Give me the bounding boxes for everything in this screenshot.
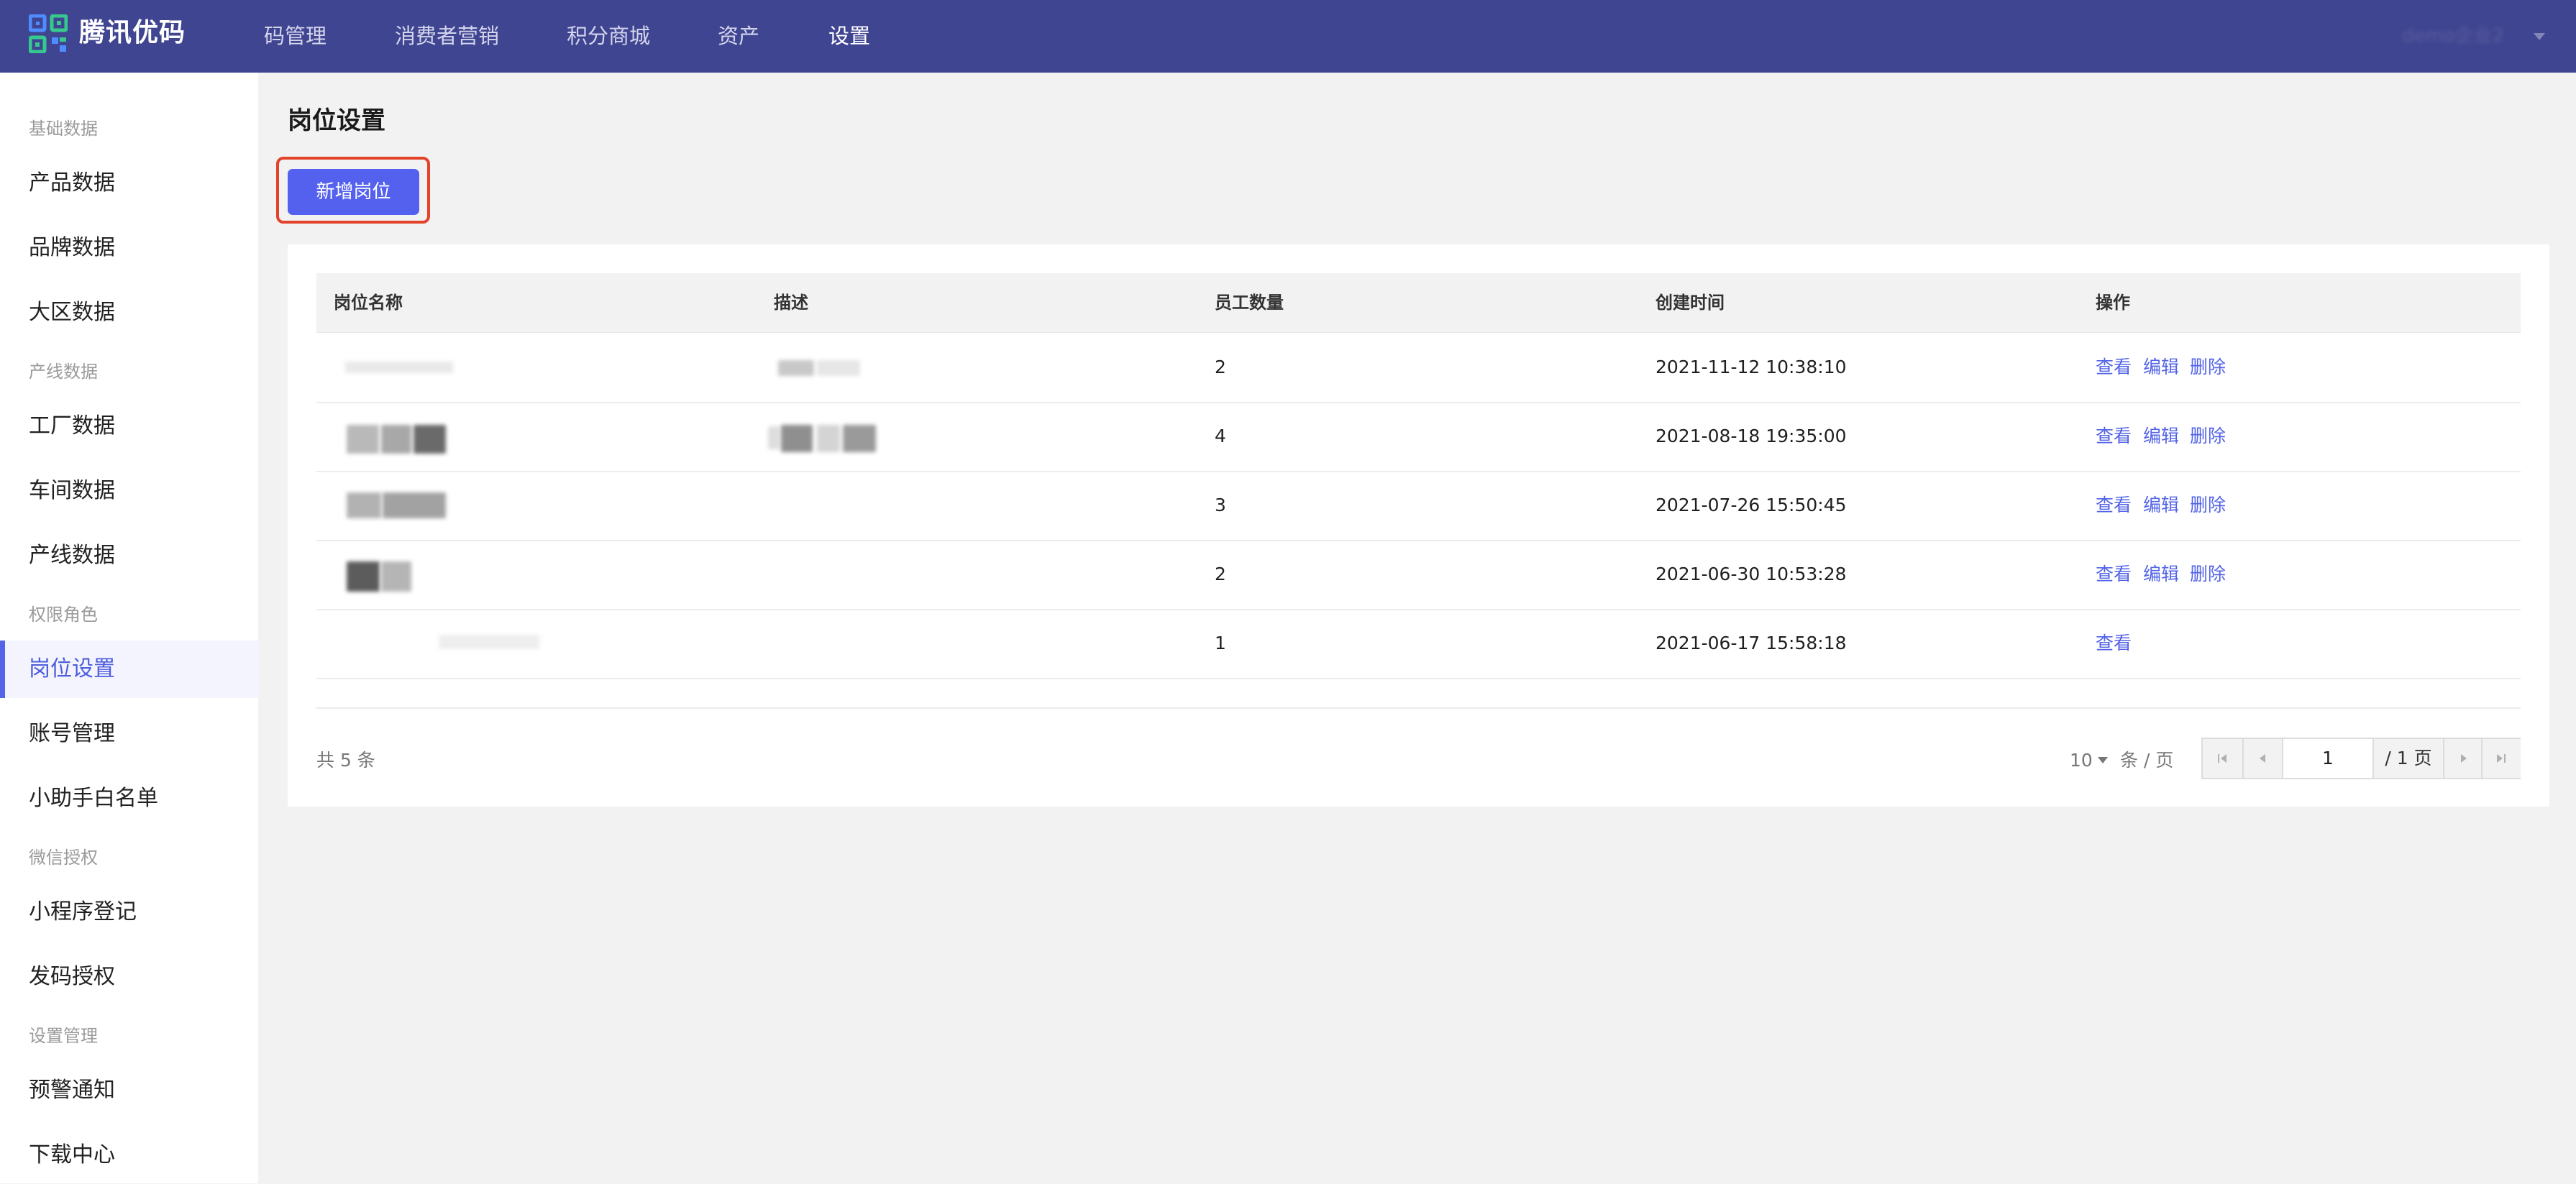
sidebar-item-workshop-data[interactable]: 车间数据 bbox=[0, 462, 258, 520]
account-menu[interactable]: demo企业2 bbox=[2402, 0, 2504, 73]
column-actions: 操作 bbox=[2096, 293, 2130, 313]
edit-link[interactable]: 编辑 bbox=[2143, 333, 2179, 402]
delete-link[interactable]: 删除 bbox=[2190, 471, 2226, 540]
redacted-position-name bbox=[316, 540, 748, 609]
sidebar-item-region-data[interactable]: 大区数据 bbox=[0, 284, 258, 341]
first-page-button[interactable] bbox=[2203, 739, 2242, 778]
column-position-name: 岗位名称 bbox=[334, 293, 403, 313]
top-navbar: 腾讯优码 码管理 消费者营销 积分商城 资产 设置 demo企业2 bbox=[0, 0, 2576, 73]
sidebar-item-position-settings[interactable]: 岗位设置 bbox=[0, 641, 258, 698]
first-page-icon bbox=[2218, 754, 2226, 763]
created-time: 2021-07-26 15:50:45 bbox=[1655, 495, 1847, 515]
logo-icon bbox=[29, 14, 68, 53]
created-time: 2021-08-18 19:35:00 bbox=[1655, 426, 1847, 446]
table-row: 4 2021-08-18 19:35:00 查看 编辑 删除 bbox=[316, 402, 2521, 472]
created-time: 2021-06-30 10:53:28 bbox=[1655, 564, 1847, 584]
sidebar-item-brand-data[interactable]: 品牌数据 bbox=[0, 219, 258, 277]
add-position-button[interactable]: 新增岗位 bbox=[288, 169, 419, 215]
prev-page-button[interactable] bbox=[2242, 739, 2283, 778]
employee-count: 3 bbox=[1215, 495, 1226, 515]
sidebar-group-wechat-auth: 微信授权 bbox=[29, 848, 98, 868]
redacted-description bbox=[768, 402, 1205, 471]
sidebar-item-product-data[interactable]: 产品数据 bbox=[0, 155, 258, 212]
view-link[interactable]: 查看 bbox=[2096, 402, 2132, 471]
table-row: 2 2021-06-30 10:53:28 查看 编辑 删除 bbox=[316, 540, 2521, 610]
edit-link[interactable]: 编辑 bbox=[2143, 471, 2179, 540]
employee-count: 1 bbox=[1215, 633, 1226, 653]
view-link[interactable]: 查看 bbox=[2096, 333, 2132, 402]
table-row: 2 2021-11-12 10:38:10 查看 编辑 删除 bbox=[316, 333, 2521, 403]
total-pages: / 1 页 bbox=[2374, 739, 2443, 778]
column-created-time: 创建时间 bbox=[1655, 293, 1725, 313]
chevron-down-icon[interactable] bbox=[2534, 33, 2545, 40]
redacted-position-name bbox=[316, 609, 748, 678]
created-time: 2021-11-12 10:38:10 bbox=[1655, 357, 1847, 377]
column-employee-count: 员工数量 bbox=[1215, 293, 1284, 313]
sidebar-item-factory-data[interactable]: 工厂数据 bbox=[0, 398, 258, 455]
view-link[interactable]: 查看 bbox=[2096, 471, 2132, 540]
pagination: 1 / 1 页 bbox=[2201, 738, 2521, 779]
next-page-button[interactable] bbox=[2443, 739, 2484, 778]
redacted-description bbox=[774, 333, 1205, 402]
column-description: 描述 bbox=[774, 293, 808, 313]
total-count: 共 5 条 bbox=[316, 750, 375, 771]
redacted-position-name bbox=[316, 333, 748, 402]
created-time: 2021-06-17 15:58:18 bbox=[1655, 633, 1847, 653]
redacted-position-name bbox=[316, 471, 748, 540]
prev-page-icon bbox=[2260, 754, 2265, 763]
sidebar-item-assistant-whitelist[interactable]: 小助手白名单 bbox=[0, 770, 258, 827]
nav-points-mall[interactable]: 积分商城 bbox=[567, 0, 650, 73]
employee-count: 2 bbox=[1215, 357, 1226, 377]
nav-code-management[interactable]: 码管理 bbox=[264, 0, 326, 73]
next-page-icon bbox=[2461, 754, 2467, 763]
brand-name: 腾讯优码 bbox=[79, 18, 186, 47]
sidebar-group-basic-data: 基础数据 bbox=[29, 119, 98, 139]
page-size-select[interactable]: 10 bbox=[2070, 748, 2093, 774]
redacted-position-name bbox=[316, 402, 748, 471]
page-number-input[interactable]: 1 bbox=[2282, 739, 2374, 778]
table-row: 3 2021-07-26 15:50:45 查看 编辑 删除 bbox=[316, 471, 2521, 541]
sidebar-group-permissions: 权限角色 bbox=[29, 605, 98, 625]
view-link[interactable]: 查看 bbox=[2096, 540, 2132, 609]
last-page-button[interactable] bbox=[2481, 739, 2521, 778]
sidebar-item-code-authorization[interactable]: 发码授权 bbox=[0, 948, 258, 1006]
table-row: 1 2021-06-17 15:58:18 查看 bbox=[316, 609, 2521, 679]
edit-link[interactable]: 编辑 bbox=[2143, 540, 2179, 609]
page-title: 岗位设置 bbox=[288, 106, 385, 135]
sidebar-item-production-line-data[interactable]: 产线数据 bbox=[0, 527, 258, 584]
sidebar-item-alert-notifications[interactable]: 预警通知 bbox=[0, 1062, 258, 1119]
table-footer-divider bbox=[316, 707, 2521, 709]
nav-settings[interactable]: 设置 bbox=[828, 0, 870, 73]
edit-link[interactable]: 编辑 bbox=[2143, 402, 2179, 471]
delete-link[interactable]: 删除 bbox=[2190, 402, 2226, 471]
sidebar-item-download-center[interactable]: 下载中心 bbox=[0, 1126, 258, 1184]
nav-assets[interactable]: 资产 bbox=[718, 0, 759, 73]
table-header: 岗位名称 描述 员工数量 创建时间 操作 bbox=[316, 273, 2521, 333]
sidebar: 基础数据 产品数据 品牌数据 大区数据 产线数据 工厂数据 车间数据 产线数据 … bbox=[0, 73, 258, 1183]
caret-down-icon[interactable] bbox=[2098, 757, 2108, 763]
positions-card: 岗位名称 描述 员工数量 创建时间 操作 2 2021-11-12 10:38:… bbox=[288, 244, 2549, 807]
view-link[interactable]: 查看 bbox=[2096, 609, 2132, 678]
delete-link[interactable]: 删除 bbox=[2190, 333, 2226, 402]
nav-consumer-marketing[interactable]: 消费者营销 bbox=[395, 0, 499, 73]
sidebar-item-account-management[interactable]: 账号管理 bbox=[0, 705, 258, 763]
sidebar-group-line-data: 产线数据 bbox=[29, 362, 98, 382]
page-size-unit: 条 / 页 bbox=[2120, 750, 2174, 771]
employee-count: 2 bbox=[1215, 564, 1226, 584]
sidebar-group-settings-management: 设置管理 bbox=[29, 1026, 98, 1046]
employee-count: 4 bbox=[1215, 426, 1226, 446]
last-page-icon bbox=[2497, 754, 2506, 763]
sidebar-item-miniprogram-registration[interactable]: 小程序登记 bbox=[0, 884, 258, 941]
delete-link[interactable]: 删除 bbox=[2190, 540, 2226, 609]
